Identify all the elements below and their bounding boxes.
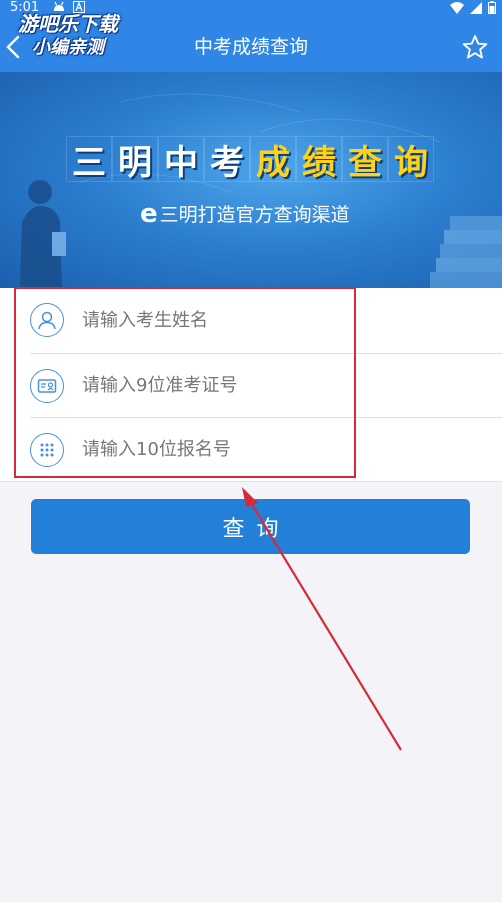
banner-title-char: 三 [66,136,112,183]
registration-number-input[interactable] [82,439,462,460]
banner-subtitle: e 三明打造官方查询渠道 [140,200,350,227]
banner: 三 明 中 考 成 绩 查 询 e 三明打造官方查询渠道 [0,72,502,288]
banner-title-char: 绩 [296,136,342,183]
id-card-icon [30,368,64,403]
book-stack [430,216,502,288]
battery-icon [488,1,496,14]
query-button[interactable]: 查询 [31,499,470,554]
banner-title-char: 考 [204,136,250,183]
banner-subtitle-text: 三明打造官方查询渠道 [159,204,350,226]
registration-number-field-row [30,417,502,481]
banner-title-char: 明 [112,136,158,183]
name-field-row [30,288,502,352]
watermark-line2: 小编亲测 [32,37,104,58]
banner-title-char: 成 [250,136,296,183]
banner-title: 三 明 中 考 成 绩 查 询 [66,136,434,183]
exam-ticket-number-input[interactable] [82,375,462,396]
status-system-icons [450,1,496,14]
exam-number-field-row [30,353,502,417]
student-figure [20,180,66,288]
watermark-line1: 游吧乐下载 [18,12,118,36]
favorite-button[interactable] [462,34,488,60]
student-name-input[interactable] [82,309,462,331]
app-bar: 5:01 中考成绩查询 游吧乐下载 小编亲测 [0,0,502,72]
wifi-icon [450,1,464,14]
banner-title-char: 询 [388,136,434,183]
query-form [0,288,502,482]
user-icon [30,303,64,337]
banner-title-char: 中 [158,136,204,183]
keypad-icon [30,432,64,467]
signal-icon [470,1,482,14]
e-logo: e [140,198,158,229]
star-outline-icon [462,35,488,59]
watermark: 游吧乐下载 小编亲测 [18,12,118,60]
banner-title-char: 查 [342,136,388,183]
